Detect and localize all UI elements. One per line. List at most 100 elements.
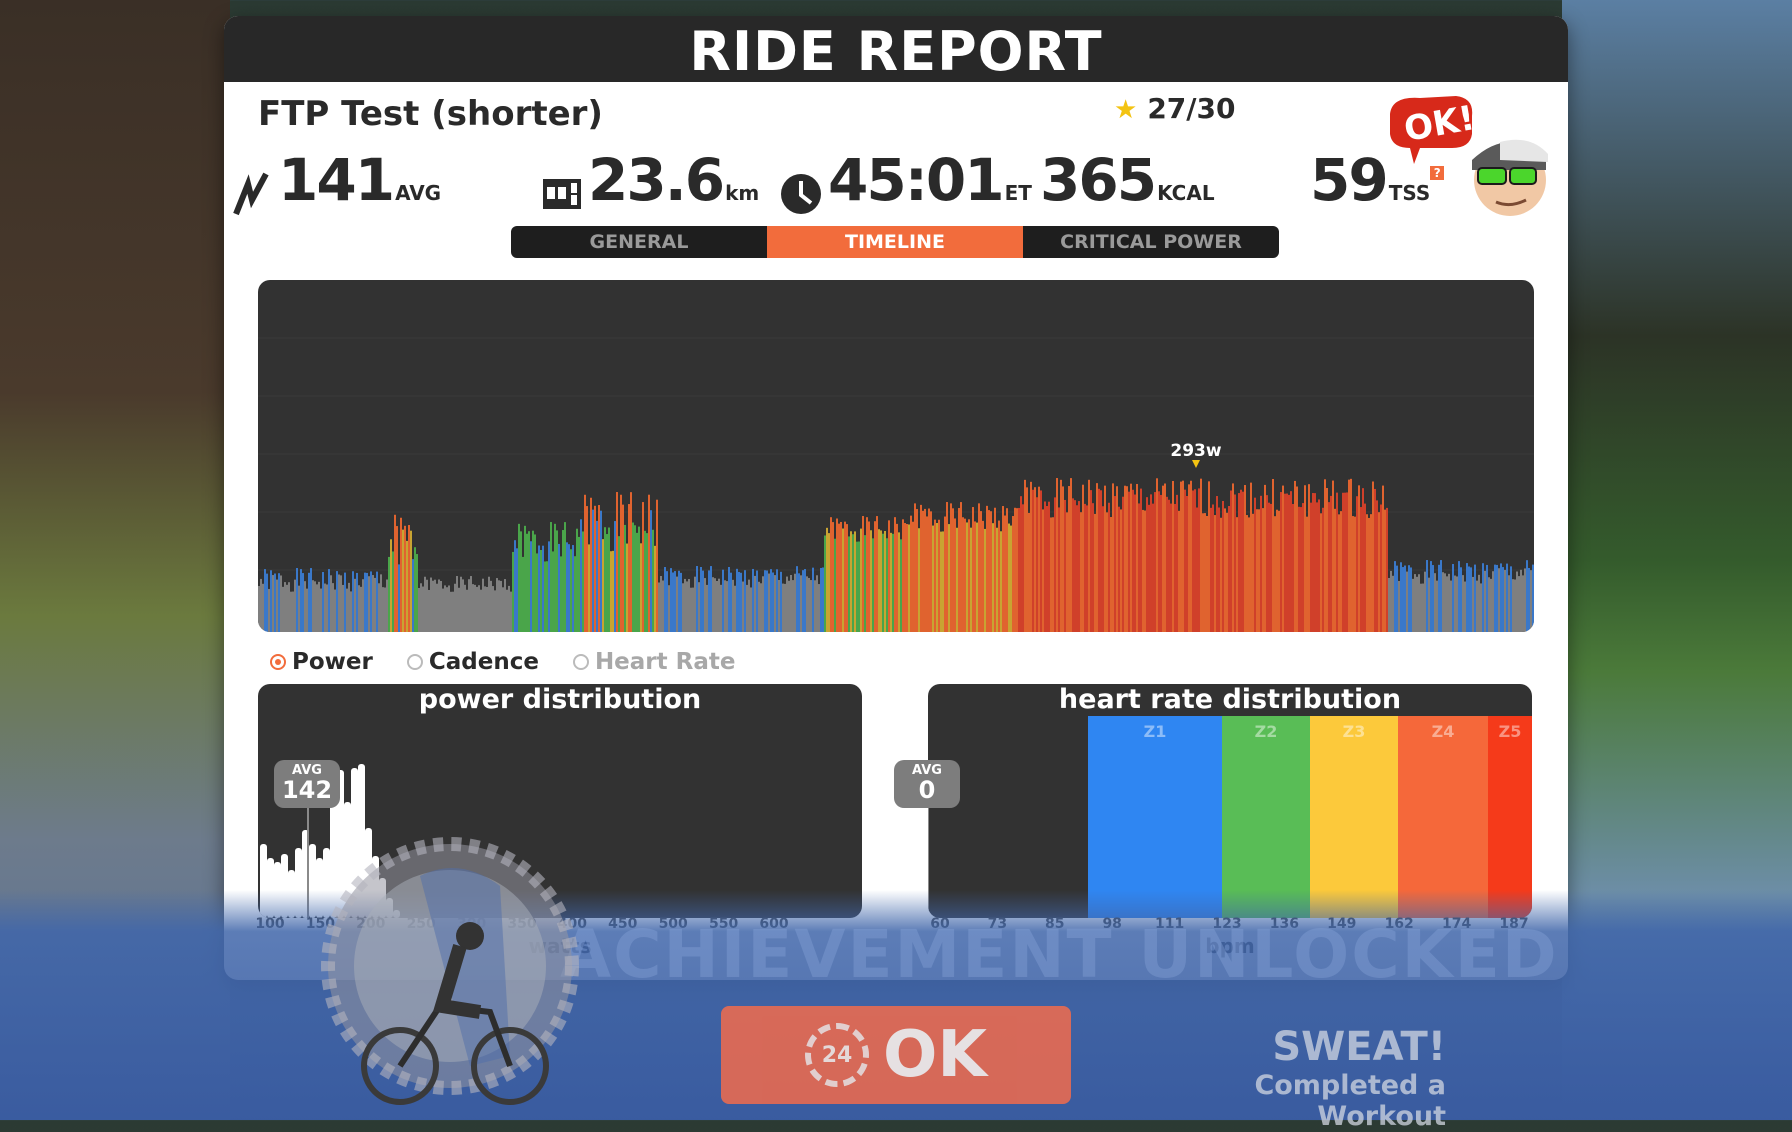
timeline-bar bbox=[1268, 502, 1270, 632]
legend-heart-rate-label: Heart Rate bbox=[594, 649, 736, 675]
timeline-bar bbox=[450, 591, 452, 632]
timeline-bar bbox=[376, 571, 378, 632]
timeline-bar bbox=[312, 580, 314, 632]
power-histogram-bar bbox=[288, 870, 295, 918]
timeline-bar bbox=[512, 551, 514, 632]
timeline-bar bbox=[1244, 485, 1246, 632]
timeline-bar bbox=[396, 526, 398, 632]
timeline-bar bbox=[476, 586, 478, 632]
timeline-bar bbox=[956, 527, 958, 632]
timeline-bar bbox=[1168, 499, 1170, 632]
timeline-bar bbox=[976, 522, 978, 632]
timeline-bar bbox=[502, 587, 504, 632]
timeline-bar bbox=[320, 588, 322, 632]
timeline-bar bbox=[1022, 504, 1024, 632]
timeline-bar bbox=[1038, 486, 1040, 632]
ok-button[interactable]: 24 OK bbox=[721, 1006, 1071, 1104]
timeline-bar bbox=[1484, 570, 1486, 632]
timeline-bar bbox=[544, 561, 546, 632]
timeline-bar bbox=[1162, 485, 1164, 632]
timeline-bar bbox=[1382, 485, 1384, 632]
timeline-bar bbox=[578, 536, 580, 632]
timeline-bar bbox=[626, 543, 628, 632]
hr-avg-badge: AVG 0 bbox=[894, 760, 960, 808]
timeline-bar bbox=[424, 576, 426, 632]
timeline-bar bbox=[644, 530, 646, 632]
timeline-bar bbox=[970, 527, 972, 632]
timeline-bar bbox=[824, 535, 826, 632]
timeline-bar bbox=[1114, 496, 1116, 632]
timeline-bar bbox=[1040, 490, 1042, 632]
timeline-bar bbox=[1338, 514, 1340, 632]
timeline-bar bbox=[1146, 497, 1148, 632]
legend-cadence[interactable]: Cadence bbox=[406, 649, 539, 675]
timeline-bar bbox=[1354, 516, 1356, 632]
timeline-bar bbox=[1342, 492, 1344, 632]
timeline-bar bbox=[374, 577, 376, 632]
timeline-bar bbox=[1400, 562, 1402, 632]
power-histogram-bar bbox=[267, 858, 274, 918]
timeline-bar bbox=[392, 551, 394, 632]
timeline-bar bbox=[302, 573, 304, 632]
timeline-bar bbox=[1206, 515, 1208, 632]
timeline-bar bbox=[1086, 505, 1088, 632]
timeline-bar bbox=[294, 579, 296, 632]
timeline-bar bbox=[952, 508, 954, 632]
timeline-bar bbox=[1210, 507, 1212, 632]
timeline-bar bbox=[684, 578, 686, 632]
timeline-bar bbox=[664, 567, 666, 632]
timeline-bar bbox=[276, 579, 278, 632]
timeline-bar bbox=[518, 523, 520, 632]
timeline-bar bbox=[692, 587, 694, 632]
timeline-bar bbox=[1072, 498, 1074, 632]
timeline-bar bbox=[978, 503, 980, 632]
timeline-bar bbox=[1212, 504, 1214, 632]
tab-critical-power[interactable]: CRITICAL POWER bbox=[1023, 226, 1279, 258]
timeline-bar bbox=[1352, 516, 1354, 632]
timeline-bar bbox=[428, 589, 430, 632]
timeline-bar bbox=[1396, 565, 1398, 632]
timeline-bar bbox=[260, 578, 262, 632]
achievement-description: Completed a Workout bbox=[1254, 1070, 1446, 1132]
star-score-value: 27/30 bbox=[1147, 92, 1236, 125]
radio-cadence[interactable] bbox=[406, 654, 423, 670]
timeline-bar bbox=[1034, 487, 1036, 632]
timeline-bar bbox=[534, 534, 536, 632]
legend-power[interactable]: Power bbox=[270, 649, 373, 675]
legend-heart-rate[interactable]: Heart Rate bbox=[572, 649, 736, 675]
timeline-bar bbox=[752, 568, 754, 632]
tab-timeline[interactable]: TIMELINE bbox=[767, 226, 1023, 258]
timeline-bar bbox=[426, 579, 428, 632]
timeline-bar bbox=[866, 517, 868, 632]
timeline-bar bbox=[958, 508, 960, 632]
timeline-bar bbox=[286, 584, 288, 632]
timeline-bar bbox=[1106, 512, 1108, 632]
timeline-bar bbox=[1064, 499, 1066, 632]
timeline-bar bbox=[1256, 509, 1258, 632]
timeline-bar bbox=[1356, 496, 1358, 632]
timeline-bar bbox=[352, 571, 354, 632]
radio-heart-rate[interactable] bbox=[572, 654, 589, 670]
radio-power[interactable] bbox=[270, 654, 286, 670]
timeline-bar bbox=[348, 582, 350, 632]
timeline-bar bbox=[360, 586, 362, 632]
timeline-bar bbox=[1320, 513, 1322, 632]
tab-general[interactable]: GENERAL bbox=[511, 226, 767, 258]
timeline-bar bbox=[1026, 487, 1028, 632]
timeline-bar bbox=[1332, 480, 1334, 632]
timeline-chart: 293w bbox=[258, 280, 1534, 632]
timeline-bar bbox=[1358, 485, 1360, 632]
timeline-bar bbox=[466, 589, 468, 632]
timeline-bar bbox=[790, 574, 792, 632]
timeline-bar bbox=[1506, 563, 1508, 632]
stat-power-value: 141 bbox=[278, 146, 395, 214]
achievement-text: SWEAT! Completed a Workout bbox=[1130, 1024, 1446, 1132]
timeline-bar bbox=[436, 583, 438, 632]
achievement-banner: ACHIEVEMENT UNLOCKED bbox=[560, 916, 1559, 993]
timeline-bar bbox=[1096, 483, 1098, 632]
timeline-bar bbox=[904, 523, 906, 632]
timeline-bar bbox=[906, 523, 908, 632]
peak-marker-icon bbox=[1192, 460, 1200, 468]
timeline-bar bbox=[368, 576, 370, 632]
timeline-bar bbox=[418, 587, 420, 632]
